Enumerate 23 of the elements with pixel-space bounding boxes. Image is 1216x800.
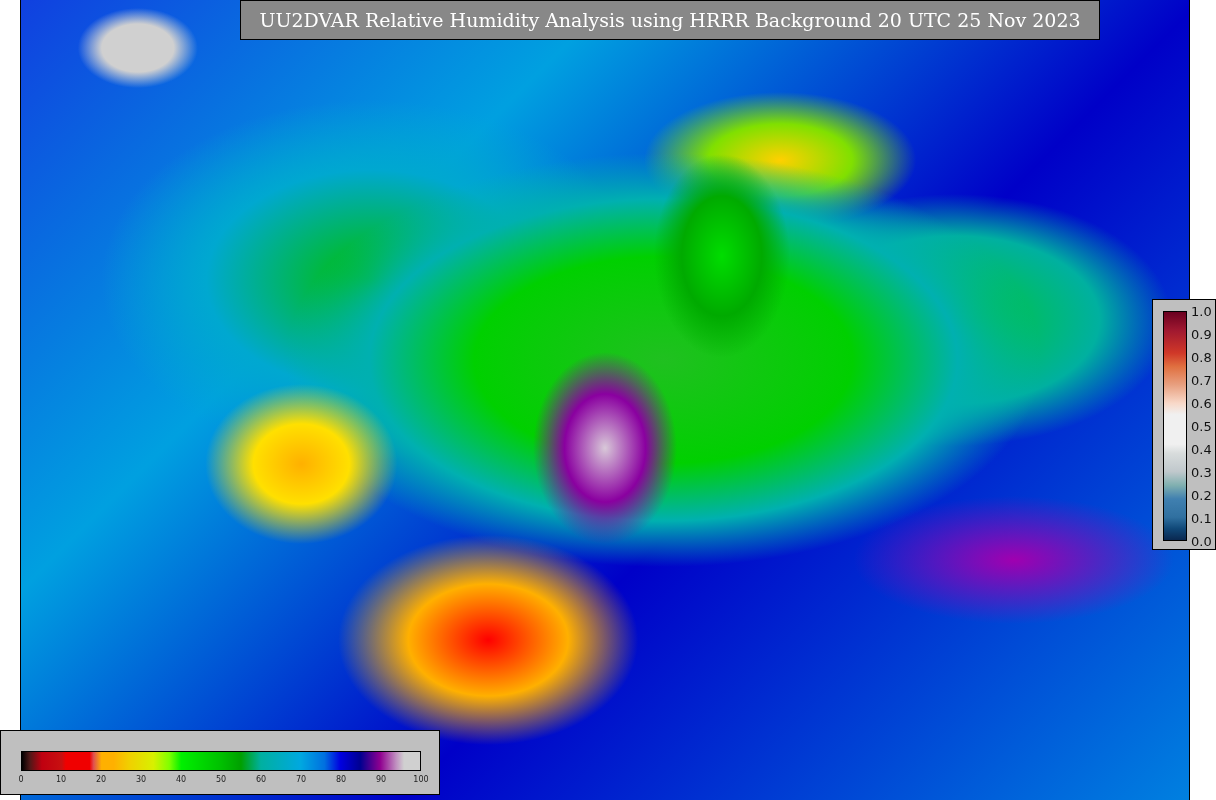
tick-label: 0	[18, 775, 24, 784]
tick-label: 60	[255, 775, 267, 784]
tick-label: 90	[375, 775, 387, 784]
map-title: UU2DVAR Relative Humidity Analysis using HRRR Background 20 UTC 25 Nov 2023	[240, 0, 1100, 40]
tick-label: 100	[413, 775, 429, 784]
tick-label: 40	[175, 775, 187, 784]
tick-label: 0.2	[1191, 487, 1212, 503]
tick-label: 0.4	[1191, 441, 1212, 457]
tick-label: 1.0	[1191, 303, 1212, 319]
tick-label: 0.0	[1191, 533, 1212, 549]
tick-label: 0.3	[1191, 464, 1212, 480]
tick-label: 80	[335, 775, 347, 784]
tick-label: 50	[215, 775, 227, 784]
tick-label: 0.9	[1191, 326, 1212, 342]
tick-label: 0.6	[1191, 395, 1212, 411]
tick-label: 20	[95, 775, 107, 784]
tick-label: 0.8	[1191, 349, 1212, 365]
tick-label: 10	[55, 775, 67, 784]
tick-label: 0.7	[1191, 372, 1212, 388]
tick-label: 30	[135, 775, 147, 784]
tick-label: 70	[295, 775, 307, 784]
tick-label: 0.1	[1191, 510, 1212, 526]
tick-label: 0.5	[1191, 418, 1212, 434]
